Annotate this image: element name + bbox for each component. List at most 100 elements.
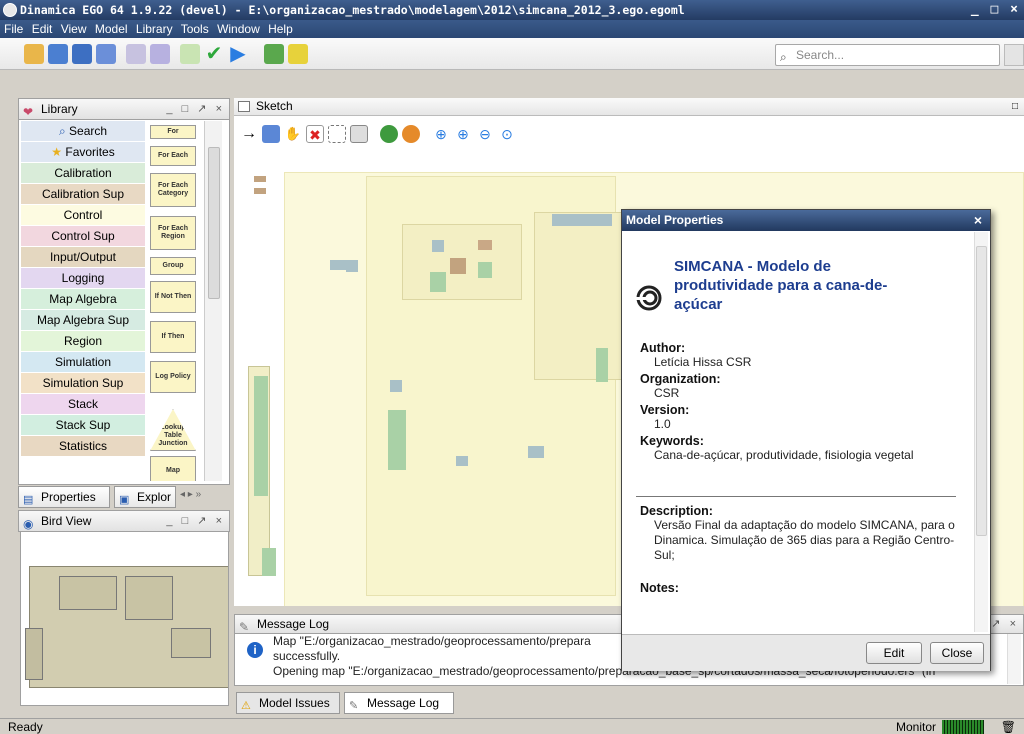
check-icon[interactable]: ✔: [204, 44, 224, 64]
library-category-map-algebra-sup[interactable]: Map Algebra Sup: [21, 310, 145, 331]
palette-functor-log-policy[interactable]: Log Policy: [150, 361, 196, 393]
open-model-icon[interactable]: [48, 44, 68, 64]
panel-controls[interactable]: _ □ ↗ ×: [166, 99, 225, 119]
layout-icon[interactable]: [380, 125, 398, 143]
functor-stack[interactable]: [254, 376, 268, 496]
zoom-in-icon[interactable]: ⊕: [454, 125, 472, 143]
menu-model[interactable]: Model: [95, 22, 128, 36]
functor-block[interactable]: [254, 188, 266, 194]
library-category-map-algebra[interactable]: Map Algebra: [21, 289, 145, 310]
notes-label: Notes:: [640, 581, 679, 595]
library-category-stack[interactable]: Stack: [21, 394, 145, 415]
sketch-tab-label[interactable]: Sketch: [256, 99, 293, 113]
arrange-icon[interactable]: [402, 125, 420, 143]
functor-block[interactable]: [478, 240, 492, 250]
library-category-calibration[interactable]: Calibration: [21, 163, 145, 184]
author-value: Letícia Hissa CSR: [654, 355, 752, 369]
palette-functor-map[interactable]: Map: [150, 456, 196, 481]
list-view-icon[interactable]: [262, 125, 280, 143]
zoom-out-icon[interactable]: ⊖: [476, 125, 494, 143]
delete-icon[interactable]: ✖: [306, 125, 324, 143]
tab-properties[interactable]: ▤ Properties: [18, 486, 110, 508]
hand-icon[interactable]: ✋: [284, 125, 302, 143]
library-category-input-output[interactable]: Input/Output: [21, 247, 145, 268]
menu-edit[interactable]: Edit: [32, 22, 53, 36]
menu-library[interactable]: Library: [136, 22, 173, 36]
dialog-scroll-thumb[interactable]: [976, 246, 987, 536]
save-as-icon[interactable]: [96, 44, 116, 64]
map-viewer-icon[interactable]: [264, 44, 284, 64]
functor-block[interactable]: [430, 272, 446, 292]
tab-scroll-arrows[interactable]: ◂ ▸ »: [180, 489, 201, 500]
palette-functor-group[interactable]: Group: [150, 257, 196, 275]
menu-window[interactable]: Window: [217, 22, 260, 36]
library-category-control[interactable]: Control: [21, 205, 145, 226]
search-input[interactable]: ⌕ Search...: [775, 44, 1000, 66]
zoom-icon[interactable]: ⊕: [432, 125, 450, 143]
palette-functor-if-then[interactable]: If Then: [150, 321, 196, 353]
cursor-icon[interactable]: [150, 44, 170, 64]
trash-icon[interactable]: 🗑: [1001, 719, 1016, 734]
bird-view-canvas[interactable]: [20, 531, 229, 706]
menu-tools[interactable]: Tools: [181, 22, 209, 36]
palette-functor-lookup-table-junction[interactable]: Lookup Table Junction: [150, 409, 196, 451]
functor-block[interactable]: [528, 446, 544, 458]
new-model-icon[interactable]: [24, 44, 44, 64]
select-region-icon[interactable]: [328, 125, 346, 143]
tab-message-log[interactable]: ✎ Message Log: [344, 692, 454, 714]
menu-file[interactable]: File: [4, 22, 23, 36]
tab-explorer[interactable]: ▣ Explor: [114, 486, 176, 508]
save-model-icon[interactable]: [72, 44, 92, 64]
dialog-scrollbar[interactable]: [974, 232, 988, 632]
run-icon[interactable]: ▶: [228, 44, 248, 64]
functor-block[interactable]: [346, 260, 358, 272]
message-log-controls[interactable]: ↗ ×: [991, 615, 1019, 634]
functor-block[interactable]: [432, 240, 444, 252]
library-category-control-sup[interactable]: Control Sup: [21, 226, 145, 247]
menu-help[interactable]: Help: [268, 22, 293, 36]
functor-block[interactable]: [478, 262, 492, 278]
connect-arrow-icon[interactable]: →: [240, 125, 258, 143]
library-category-calibration-sup[interactable]: Calibration Sup: [21, 184, 145, 205]
validate-icon[interactable]: [180, 44, 200, 64]
sketch-maximize-icon[interactable]: □: [1012, 98, 1024, 116]
palette-functor-for-each-region[interactable]: For Each Region: [150, 216, 196, 250]
functor-block[interactable]: [456, 456, 468, 466]
palette-functor-if-not-then[interactable]: If Not Then: [150, 281, 196, 313]
tab-model-issues[interactable]: ⚠ Model Issues: [236, 692, 340, 714]
functor-block[interactable]: [552, 214, 612, 226]
wand-icon[interactable]: [126, 44, 146, 64]
zoom-fit-icon[interactable]: ⊙: [498, 125, 516, 143]
close-button[interactable]: Close: [930, 642, 984, 664]
functor-block[interactable]: [390, 380, 402, 392]
library-category-region[interactable]: Region: [21, 331, 145, 352]
app-icon: [3, 3, 17, 17]
library-category-favorites[interactable]: ★ Favorites: [21, 142, 145, 163]
library-category-stack-sup[interactable]: Stack Sup: [21, 415, 145, 436]
close-icon[interactable]: ×: [974, 210, 982, 231]
group-icon[interactable]: [350, 125, 368, 143]
palette-functor-for-each-category[interactable]: For Each Category: [150, 173, 196, 207]
library-category-search[interactable]: ⌕ Search: [21, 121, 145, 142]
library-category-simulation[interactable]: Simulation: [21, 352, 145, 373]
library-scroll-thumb[interactable]: [208, 147, 220, 299]
functor-block[interactable]: [262, 548, 276, 576]
search-go-button[interactable]: [1004, 44, 1024, 66]
functor-block[interactable]: [450, 258, 466, 274]
menu-view[interactable]: View: [61, 22, 87, 36]
functor-block[interactable]: [596, 348, 608, 382]
library-category-logging[interactable]: Logging: [21, 268, 145, 289]
library-scrollbar[interactable]: [204, 121, 222, 481]
palette-functor-for-each[interactable]: For Each: [150, 146, 196, 166]
functor-block[interactable]: [330, 260, 346, 270]
window-controls[interactable]: _ □ ×: [971, 0, 1020, 20]
library-category-statistics[interactable]: Statistics: [21, 436, 145, 457]
library-category-simulation-sup[interactable]: Simulation Sup: [21, 373, 145, 394]
message-log-scrollbar[interactable]: [1007, 634, 1021, 684]
functor-block[interactable]: [254, 176, 266, 182]
functor-stack[interactable]: [388, 410, 406, 470]
edit-button[interactable]: Edit: [866, 642, 922, 664]
palette-functor-for[interactable]: For: [150, 125, 196, 139]
cube-icon[interactable]: [288, 44, 308, 64]
bird-panel-controls[interactable]: _ □ ↗ ×: [166, 511, 225, 531]
